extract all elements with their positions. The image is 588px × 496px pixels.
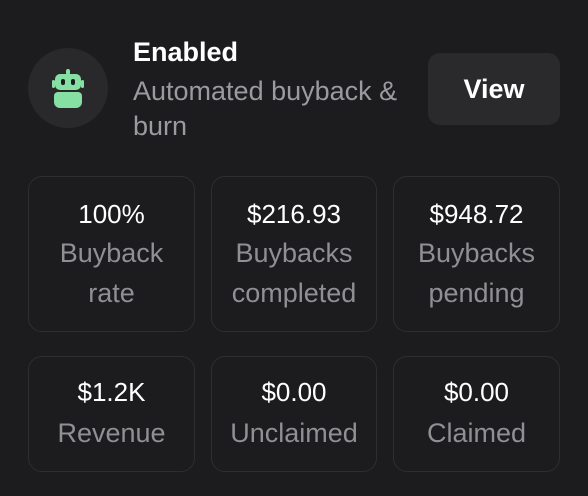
view-button[interactable]: View — [428, 53, 560, 125]
stat-label: Unclaimed — [230, 418, 358, 448]
stat-value: $1.2K — [77, 377, 146, 407]
bot-avatar — [28, 48, 108, 128]
stat-value: 100% — [78, 199, 145, 229]
stat-value: $216.93 — [247, 199, 341, 229]
stat-card-unclaimed: $0.00 Unclaimed — [211, 356, 377, 472]
stat-value: $948.72 — [429, 199, 524, 229]
robot-icon — [52, 69, 84, 108]
stat-label: Buyback rate — [59, 238, 164, 308]
stat-value: $0.00 — [443, 377, 510, 407]
stat-card-buyback-rate: 100% Buyback rate — [28, 176, 195, 332]
status-title: Enabled — [133, 37, 239, 67]
buyback-status-header: Enabled Automated buyback & burn View — [0, 0, 588, 160]
stat-label: Buybacks completed — [231, 238, 357, 308]
stat-card-buybacks-pending: $948.72 Buybacks pending — [393, 176, 560, 332]
stat-card-claimed: $0.00 Claimed — [393, 356, 560, 472]
status-subtitle: Automated buyback & burn — [133, 76, 398, 141]
stat-card-buybacks-completed: $216.93 Buybacks completed — [211, 176, 377, 332]
stat-value: $0.00 — [261, 377, 327, 407]
stat-label: Revenue — [57, 418, 166, 448]
stat-label: Claimed — [426, 418, 527, 448]
stat-card-revenue: $1.2K Revenue — [28, 356, 195, 472]
buyback-panel: Enabled Automated buyback & burn View 10… — [0, 0, 588, 496]
stat-label: Buybacks pending — [417, 238, 536, 308]
